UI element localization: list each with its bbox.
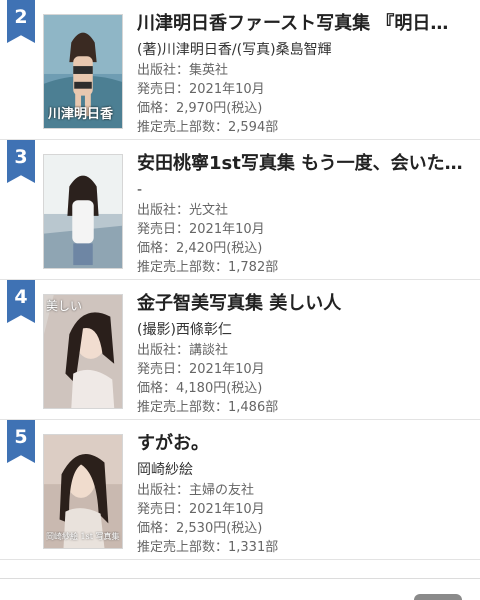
rank-badge: 4 bbox=[7, 280, 35, 323]
book-price: 価格：2,420円(税込) bbox=[137, 241, 263, 256]
book-cover-image[interactable]: 美しい bbox=[43, 294, 123, 409]
book-estimated-sales: 推定売上部数：1,486部 bbox=[137, 400, 279, 415]
book-author: (著)川津明日香/(写真)桑島智輝 bbox=[137, 42, 332, 58]
book-cover-image[interactable]: 岡崎紗絵 1st 写真集 bbox=[43, 434, 123, 549]
cover-title: 美しい bbox=[46, 299, 83, 313]
book-title[interactable]: すがお。 bbox=[137, 432, 473, 456]
book-author: 岡崎紗絵 bbox=[137, 462, 193, 478]
book-cover-image[interactable]: 川津明日香 bbox=[43, 14, 123, 129]
rank-badge: 5 bbox=[7, 420, 35, 463]
book-author: (撮影)西條彰仁 bbox=[137, 322, 232, 338]
rank-badge: 3 bbox=[7, 140, 35, 183]
rank-badge: 2 bbox=[7, 0, 35, 43]
book-price: 価格：2,530円(税込) bbox=[137, 521, 263, 536]
book-author: - bbox=[137, 182, 143, 198]
book-estimated-sales: 推定売上部数：1,782部 bbox=[137, 260, 279, 275]
list-item[interactable]: 5 岡崎紗絵 1st 写真集 すがお。 岡崎紗絵 出版社：主婦の友社 発売日：2… bbox=[0, 420, 480, 560]
book-cover-image[interactable] bbox=[43, 154, 123, 269]
book-title[interactable]: 川津明日香ファースト写真集 『明日… bbox=[137, 12, 473, 36]
book-estimated-sales: 推定売上部数：2,594部 bbox=[137, 120, 279, 135]
book-release-date: 発売日：2021年10月 bbox=[137, 362, 265, 377]
book-release-date: 発売日：2021年10月 bbox=[137, 502, 265, 517]
cover-title: 岡崎紗絵 1st 写真集 bbox=[46, 532, 120, 541]
book-publisher: 出版社：主婦の友社 bbox=[137, 483, 255, 498]
list-item[interactable]: 3 安田桃寧1st写真集 もう一度、会いた… - 出版社：光文社 発売日：202… bbox=[0, 140, 480, 280]
book-publisher: 出版社：集英社 bbox=[137, 63, 229, 78]
cover-title: 川津明日香 bbox=[48, 107, 114, 122]
list-item[interactable]: 4 美しい 金子智美写真集 美しい人 (撮影)西條彰仁 出版社：講談社 発売日：… bbox=[0, 280, 480, 420]
book-title[interactable]: 安田桃寧1st写真集 もう一度、会いた… bbox=[137, 152, 473, 176]
bottom-bar bbox=[0, 578, 480, 600]
scroll-to-top-tab[interactable] bbox=[414, 594, 462, 600]
book-publisher: 出版社：講談社 bbox=[137, 343, 229, 358]
book-estimated-sales: 推定売上部数：1,331部 bbox=[137, 540, 279, 555]
book-publisher: 出版社：光文社 bbox=[137, 203, 229, 218]
book-price: 価格：2,970円(税込) bbox=[137, 101, 263, 116]
book-title[interactable]: 金子智美写真集 美しい人 bbox=[137, 292, 473, 316]
list-item[interactable]: 2 川津明日香 川津明日香ファースト写真集 『明日… (著)川津明日香/(写真)… bbox=[0, 0, 480, 140]
book-release-date: 発売日：2021年10月 bbox=[137, 82, 265, 97]
book-price: 価格：4,180円(税込) bbox=[137, 381, 263, 396]
book-release-date: 発売日：2021年10月 bbox=[137, 222, 265, 237]
